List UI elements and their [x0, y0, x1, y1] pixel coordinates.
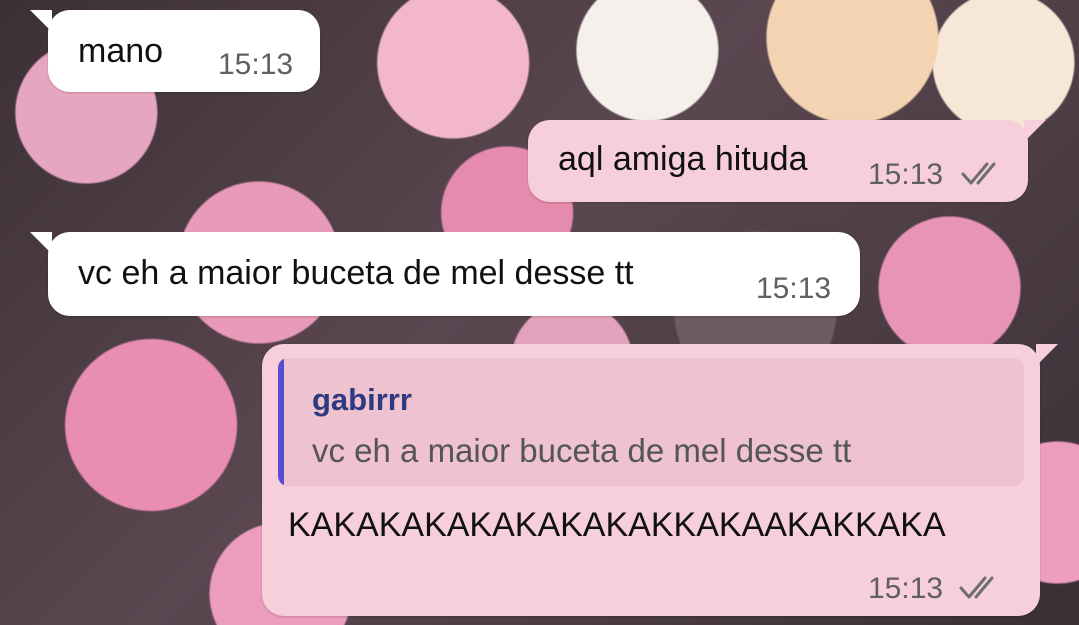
quote-accent-bar	[278, 358, 284, 486]
message-text: vc eh a maior buceta de mel desse tt	[78, 254, 634, 292]
message-text: mano	[78, 32, 164, 70]
message-bubble-incoming[interactable]: mano 15:13	[30, 10, 320, 92]
double-check-icon	[959, 576, 994, 599]
message-text: KAKAKAKAKAKAKAKAKKAKAAKAKKAKA	[288, 506, 946, 544]
quote-text: vc eh a maior buceta de mel desse tt	[312, 432, 852, 469]
message-text: aql amiga hituda	[558, 140, 808, 178]
reply-quote[interactable]: gabirrr vc eh a maior buceta de mel dess…	[278, 358, 1024, 486]
message-time: 15:13	[218, 48, 294, 81]
message-time: 15:13	[756, 272, 832, 305]
message-bubble-outgoing-reply[interactable]: gabirrr vc eh a maior buceta de mel dess…	[262, 344, 1058, 616]
double-check-icon	[961, 162, 996, 185]
quote-author-name: gabirrr	[312, 382, 412, 417]
message-bubble-incoming[interactable]: vc eh a maior buceta de mel desse tt 15:…	[30, 232, 860, 316]
message-bubble-outgoing[interactable]: aql amiga hituda 15:13	[528, 120, 1046, 202]
message-time: 15:13	[868, 572, 944, 605]
message-time: 15:13	[868, 158, 944, 191]
